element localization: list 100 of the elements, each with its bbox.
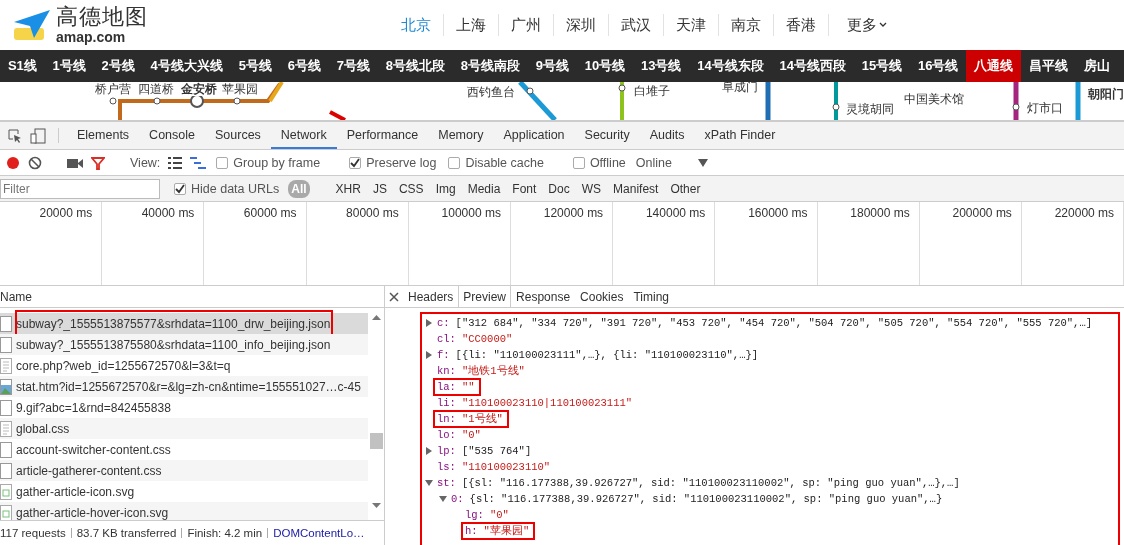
city-link[interactable]: 南京 [719,14,774,36]
subway-line-tab[interactable]: 2号线 [93,50,143,82]
checkbox-label[interactable]: Preserve log [366,155,437,170]
checkbox-label[interactable]: Group by frame [233,155,321,170]
devtools-tab[interactable]: xPath Finder [694,122,786,149]
json-value: "110100023110" [461,461,551,473]
type-filter[interactable]: Img [432,179,459,198]
subway-line-tab[interactable]: 13号线 [633,50,690,82]
json-value: "0" [489,509,509,521]
type-filter[interactable]: CSS [395,179,427,198]
station-label: 四道桥 [138,82,174,96]
city-link[interactable]: 北京 [389,14,444,36]
type-filter[interactable]: JS [369,179,390,198]
city-link[interactable]: 深圳 [554,14,609,36]
type-filter[interactable]: Media [464,179,504,198]
city-link[interactable]: 广州 [499,14,554,36]
subway-line-tab[interactable]: 8号线北段 [377,50,453,82]
city-link[interactable]: 上海 [444,14,499,36]
subway-line-tab[interactable]: 14号线西段 [771,50,854,82]
detail-tab[interactable]: Cookies [575,286,629,307]
throttle-select[interactable]: Online [631,155,676,170]
time-tick: 100000 ms [441,206,501,222]
subway-line-tab[interactable]: 15号线 [853,50,911,82]
station-label: 西钓鱼台 [467,85,515,99]
json-key: f: [437,349,450,361]
request-row[interactable]: global.css [0,418,368,439]
file-icon [0,462,12,479]
subway-line-tab[interactable]: 6号线 [279,50,329,82]
time-tick: 120000 ms [543,206,604,222]
dom-content-link[interactable]: DOMContentLo… [273,527,365,539]
subway-line-tab[interactable]: 16号线 [910,50,967,82]
devtools-tab[interactable]: Memory [428,122,494,149]
subway-line-tab[interactable]: 昌平线 [1021,50,1076,82]
type-filter[interactable]: Other [667,179,704,198]
devtools-tab[interactable]: Sources [205,122,271,149]
json-value: "1号线" [461,412,503,426]
detail-tab[interactable]: Preview [458,286,512,307]
devtools-tab[interactable]: Network [270,122,337,149]
city-link[interactable]: 天津 [664,14,719,36]
checkbox-label[interactable]: Disable cache [465,155,544,170]
json-value: "地铁1号线" [461,364,525,378]
checkbox[interactable] [572,156,585,169]
request-row[interactable]: gather-article-hover-icon.svg [0,502,368,520]
request-row[interactable]: stat.htm?id=1255672570&r=&lg=zh-cn&ntime=155551027…c-45 [0,376,368,397]
devtools-tab[interactable]: Audits [639,122,695,149]
expand-arrow-icon[interactable] [439,495,447,503]
detail-tab[interactable]: Headers [403,286,459,307]
status-text: Finish: 4.2 min [187,527,263,539]
expand-arrow-icon[interactable] [425,447,433,455]
json-value: "0" [461,429,481,441]
city-link[interactable]: 武汉 [609,14,664,36]
request-row[interactable]: subway?_1555513875577&srhdata=1100_drw_beijing.json [0,313,368,334]
type-filter[interactable]: XHR [332,179,364,198]
type-filter[interactable]: Manifest [610,179,662,198]
checkbox[interactable] [349,156,362,169]
request-row[interactable]: subway?_1555513875580&srhdata=1100_info_beijing.json [0,334,368,355]
devtools-tab[interactable]: Elements [67,122,140,149]
type-filter[interactable]: Doc [545,179,573,198]
json-value: ["312 684", "334 720", "391 720", "453 720", "454 720", "504 720", "505 720", "554 720", "555 720",…] [455,317,1092,329]
detail-tab[interactable]: Timing [628,286,674,307]
checkbox[interactable] [216,156,229,169]
subway-line-tab[interactable]: 9号线 [527,50,577,82]
subway-line-tab[interactable]: 14号线东段 [689,50,772,82]
status-text: 117 requests [0,527,66,539]
subway-line-tab[interactable]: 八通线 [966,50,1022,82]
file-icon [0,336,12,353]
devtools-tab[interactable]: Performance [336,122,429,149]
expand-arrow-icon[interactable] [425,479,433,487]
expand-arrow-icon[interactable] [425,351,433,359]
json-value: "" [461,381,475,393]
subway-line-tab[interactable]: S1线 [0,50,45,82]
station-label: 桥户营 [95,82,131,96]
city-link[interactable]: 香港 [774,14,829,36]
json-value: "苹果园" [483,524,530,538]
devtools-tab[interactable]: Security [574,122,640,149]
subway-line-tab[interactable]: 4号线大兴线 [142,50,231,82]
devtools-tab[interactable]: Console [139,122,205,149]
subway-line-tab[interactable]: 8号线南段 [452,50,528,82]
station-label: 中国美术馆 [904,92,964,106]
detail-tab[interactable]: Response [511,286,576,307]
checkbox-label[interactable]: Offline [589,155,626,170]
station-label: 灯市口 [1027,101,1063,115]
file-icon [0,315,12,332]
checkbox[interactable] [448,156,461,169]
station-label: 灵境胡同 [846,102,894,116]
request-row[interactable]: article-gatherer-content.css [0,460,368,481]
checkbox[interactable] [174,182,186,195]
more-menu[interactable]: 更多 [829,15,887,35]
subway-line-tab[interactable]: 房山 [1075,50,1118,82]
checkbox-label[interactable]: Hide data URLs [191,181,280,196]
filter-field[interactable]: Filter [0,178,160,199]
type-filter[interactable]: WS [578,179,605,198]
subway-line-tab[interactable]: 5号线 [230,50,280,82]
subway-line-tab[interactable]: 1号线 [44,50,94,82]
subway-line-tab[interactable]: 10号线 [576,50,634,82]
subway-line-tab[interactable]: 7号线 [328,50,378,82]
type-filter[interactable]: Font [509,179,540,198]
devtools-tab[interactable]: Application [493,122,575,149]
expand-arrow-icon[interactable] [425,319,433,327]
logo-title: 高德地图 [56,6,148,28]
